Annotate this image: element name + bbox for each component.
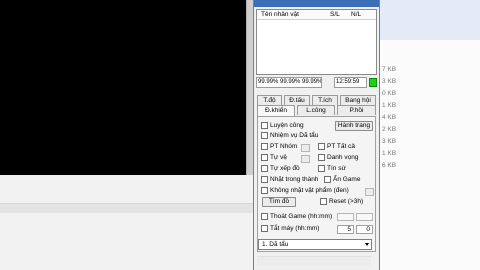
column-header-sl[interactable]: S/L	[330, 11, 340, 18]
luyen-cong-checkbox[interactable]: Luyện công	[261, 121, 304, 131]
danh-vong-checkbox[interactable]: Danh vọng	[318, 153, 358, 163]
percent-readout: 99.99% 99.99% 99.99%/h	[256, 77, 322, 88]
tab-dieu-khien[interactable]: Đ.khiển	[257, 105, 295, 116]
checkbox-box[interactable]	[324, 175, 331, 183]
tab-row-bottom: Đ.khiển L.công P.hồi	[257, 105, 377, 116]
status-indicator	[369, 78, 377, 87]
explorer-header-band	[380, 0, 480, 40]
tu-ve-option[interactable]	[301, 155, 310, 163]
pt-tat-ca-checkbox[interactable]: PT Tất cả	[318, 142, 355, 152]
checkbox-box[interactable]	[261, 164, 268, 172]
file-size: 6 KB	[382, 162, 397, 169]
an-game-checkbox[interactable]: Ẩn Game	[324, 175, 360, 185]
character-list[interactable]: Tên nhân vật S/L N/L	[256, 9, 377, 75]
file-size: 2 KB	[382, 126, 397, 133]
column-header-name[interactable]: Tên nhân vật	[261, 11, 299, 18]
file-size: 0 KB	[382, 90, 397, 97]
file-size: 4 KB	[382, 114, 397, 121]
checkbox-box[interactable]	[320, 197, 327, 205]
map-select-value: 1. Dã tẩu	[262, 241, 289, 248]
checkbox-box[interactable]	[261, 224, 268, 232]
tab-luyen-cong[interactable]: L.công	[297, 105, 335, 115]
map-select[interactable]: 1. Dã tẩu	[258, 239, 372, 250]
file-size: 3 KB	[382, 138, 397, 145]
tat-may-minute-field[interactable]: 0	[356, 225, 373, 234]
lower-window-strip	[0, 203, 253, 213]
khong-nhat-option[interactable]	[365, 188, 374, 196]
tab-tien-do[interactable]: T.độ	[257, 95, 282, 105]
thoat-game-checkbox[interactable]: Thoát Game (hh:mm)	[261, 212, 332, 222]
file-size-column: 7 KB 3 KB 0 KB 1 KB 4 KB 2 KB 3 KB 1 KB …	[382, 64, 412, 172]
thoat-game-minute-field[interactable]	[356, 213, 373, 221]
panel-title-bar[interactable]	[254, 0, 379, 7]
file-size: 7 KB	[382, 66, 397, 73]
checkbox-box[interactable]	[261, 212, 268, 220]
checkbox-box[interactable]	[261, 153, 268, 161]
tab-tien-ich[interactable]: T.ích	[312, 95, 338, 105]
control-tab-content: Luyện công Hành trang Nhiệm vụ Dã tẩu PT…	[257, 116, 376, 252]
column-header-nl[interactable]: N/L	[351, 11, 361, 18]
tab-phuc-hoi[interactable]: P.hồi	[337, 105, 376, 115]
checkbox-box[interactable]	[318, 164, 325, 172]
tim-do-button[interactable]: Tìm đồ	[262, 197, 296, 207]
tat-may-hour-field[interactable]: 5	[337, 225, 354, 234]
khong-nhat-checkbox[interactable]: Không nhặt vật phẩm (đen)	[261, 186, 349, 196]
tab-row-top: T.độ Đ.tấu T.ích Bang hội	[257, 95, 377, 105]
time-readout: 12:59:59	[334, 77, 367, 88]
reset-checkbox[interactable]: Reset (>3h)	[320, 197, 363, 207]
checkbox-box[interactable]	[261, 131, 268, 139]
nhat-trong-thanh-checkbox[interactable]: Nhặt trong thành	[261, 175, 318, 185]
file-size: 1 KB	[382, 102, 397, 109]
lower-window-area	[0, 175, 253, 270]
tab-da-tau[interactable]: Đ.tấu	[284, 95, 310, 105]
character-list-header: Tên nhân vật S/L N/L	[257, 10, 376, 20]
pt-nhom-option[interactable]	[301, 144, 310, 152]
pt-nhom-checkbox[interactable]: PT Nhóm	[261, 142, 297, 152]
hanh-trang-button[interactable]: Hành trang	[335, 121, 373, 131]
stats-bar: 99.99% 99.99% 99.99%/h 12:59:59	[256, 77, 377, 88]
checkbox-box[interactable]	[261, 121, 268, 129]
file-size: 3 KB	[382, 78, 397, 85]
auto-tool-panel: Tên nhân vật S/L N/L 99.99% 99.99% 99.99…	[253, 0, 380, 270]
window-divider	[246, 0, 253, 175]
checkbox-box[interactable]	[261, 175, 268, 183]
tab-bang-hoi[interactable]: Bang hội	[340, 95, 376, 105]
thoat-game-hour-field[interactable]	[337, 213, 354, 221]
checkbox-box[interactable]	[261, 142, 268, 150]
tin-su-checkbox[interactable]: Tín sứ	[318, 164, 346, 174]
video-area	[0, 0, 246, 175]
nhiem-vu-checkbox[interactable]: Nhiệm vụ Dã tẩu	[261, 131, 318, 141]
checkbox-box[interactable]	[318, 142, 325, 150]
bottom-status-area	[257, 256, 371, 266]
file-size: 1 KB	[382, 150, 397, 157]
tu-ve-checkbox[interactable]: Tự vệ	[261, 153, 287, 163]
chevron-down-icon[interactable]	[365, 243, 369, 246]
checkbox-box[interactable]	[318, 153, 325, 161]
tu-xep-do-checkbox[interactable]: Tự xếp đồ	[261, 164, 300, 174]
tat-may-checkbox[interactable]: Tắt máy (hh:mm)	[261, 224, 319, 234]
checkbox-box[interactable]	[261, 186, 268, 194]
